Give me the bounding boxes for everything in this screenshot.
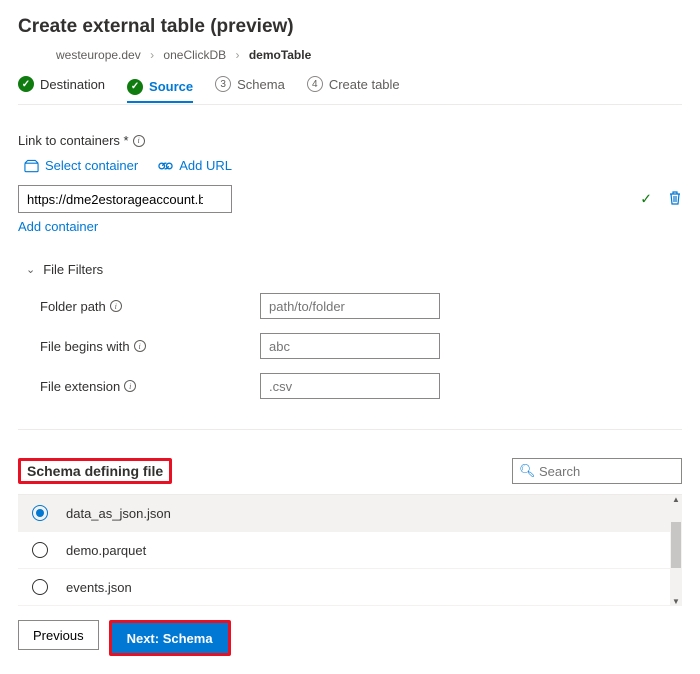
schema-file-list: data_as_json.json demo.parquet events.js… xyxy=(18,494,682,606)
schema-search-input[interactable] xyxy=(512,458,682,484)
info-icon[interactable]: i xyxy=(134,340,146,352)
add-container-link[interactable]: Add container xyxy=(18,219,98,234)
info-icon[interactable]: i xyxy=(110,300,122,312)
add-url-link[interactable]: Add URL xyxy=(158,158,232,173)
file-extension-input[interactable] xyxy=(260,373,440,399)
breadcrumb-current: demoTable xyxy=(249,48,311,62)
step-source[interactable]: Source xyxy=(127,79,193,103)
scroll-thumb[interactable] xyxy=(671,522,681,568)
radio-unselected-icon[interactable] xyxy=(32,542,48,558)
link-icon xyxy=(158,159,173,173)
next-schema-button[interactable]: Next: Schema xyxy=(112,623,228,653)
info-icon[interactable]: i xyxy=(133,135,145,147)
file-begins-label: File begins with xyxy=(40,339,130,354)
scroll-up-icon[interactable]: ▲ xyxy=(672,495,680,504)
info-icon[interactable]: i xyxy=(124,380,136,392)
valid-check-icon: ✓ xyxy=(640,191,652,208)
file-filters-toggle[interactable]: ⌄ File Filters xyxy=(26,262,682,277)
schema-file-row[interactable]: events.json xyxy=(18,569,682,606)
file-begins-input[interactable] xyxy=(260,333,440,359)
previous-button[interactable]: Previous xyxy=(18,620,99,650)
check-icon xyxy=(22,79,30,90)
step-schema[interactable]: 3 Schema xyxy=(215,76,285,98)
radio-unselected-icon[interactable] xyxy=(32,579,48,595)
container-icon xyxy=(24,159,39,173)
scrollbar[interactable]: ▲ ▼ xyxy=(670,495,682,606)
chevron-down-icon: ⌄ xyxy=(26,263,35,276)
containers-label: Link to containers * i xyxy=(18,133,682,148)
wizard-steps: Destination Source 3 Schema 4 Create tab… xyxy=(18,76,682,105)
schema-file-name: events.json xyxy=(66,580,132,595)
schema-file-name: demo.parquet xyxy=(66,543,146,558)
radio-selected-icon[interactable] xyxy=(32,505,48,521)
check-icon xyxy=(131,81,139,92)
schema-file-row[interactable]: demo.parquet xyxy=(18,532,682,569)
breadcrumb-root[interactable]: westeurope.dev xyxy=(56,48,141,62)
schema-file-row[interactable]: data_as_json.json xyxy=(18,495,682,532)
breadcrumb-db[interactable]: oneClickDB xyxy=(163,48,226,62)
scroll-down-icon[interactable]: ▼ xyxy=(672,597,680,606)
page-title: Create external table (preview) xyxy=(18,16,682,38)
folder-path-label: Folder path xyxy=(40,299,106,314)
schema-file-name: data_as_json.json xyxy=(66,506,171,521)
container-url-input[interactable] xyxy=(18,185,232,213)
section-divider xyxy=(18,429,682,430)
breadcrumb: westeurope.dev › oneClickDB › demoTable xyxy=(56,48,682,62)
folder-path-input[interactable] xyxy=(260,293,440,319)
delete-container-button[interactable] xyxy=(668,190,682,209)
schema-defining-file-heading: Schema defining file xyxy=(18,458,172,484)
select-container-link[interactable]: Select container xyxy=(24,158,138,173)
file-extension-label: File extension xyxy=(40,379,120,394)
step-create-table[interactable]: 4 Create table xyxy=(307,76,400,98)
search-icon: 🔍︎ xyxy=(519,463,536,479)
step-destination[interactable]: Destination xyxy=(18,76,105,98)
